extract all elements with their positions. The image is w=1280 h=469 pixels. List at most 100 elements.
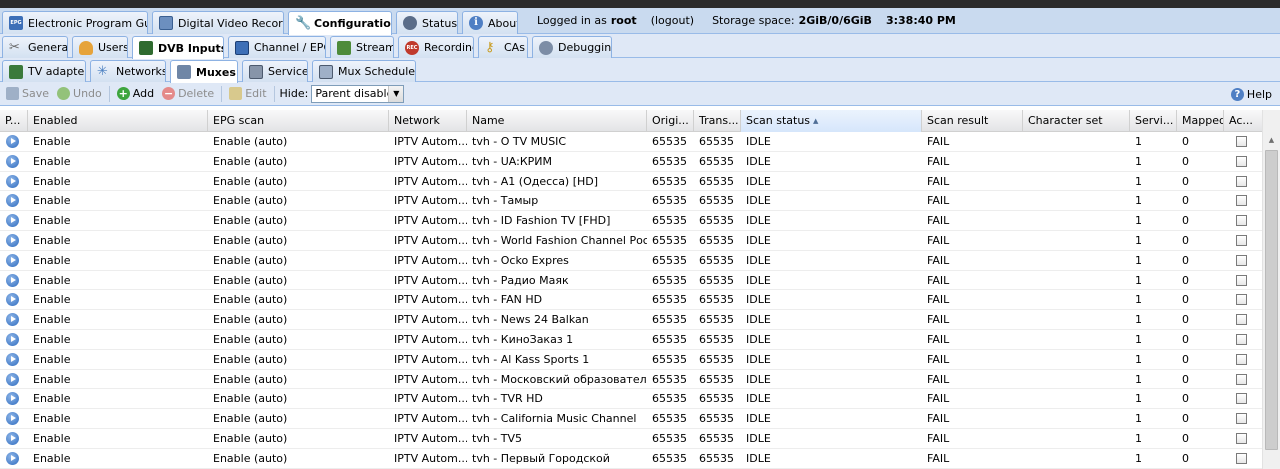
tab-mux-schedulers[interactable]: Mux Schedulers	[312, 60, 416, 82]
active-checkbox[interactable]	[1236, 175, 1247, 187]
active-checkbox[interactable]	[1236, 314, 1247, 326]
table-row[interactable]: Enable Enable (auto) IPTV Autom... tvh - Мо…	[0, 369, 1262, 390]
active-checkbox[interactable]	[1236, 452, 1247, 464]
active-checkbox[interactable]	[1236, 334, 1247, 345]
delete-button[interactable]: − Delete	[158, 84, 218, 104]
tab-networks[interactable]: ✳ Networks	[90, 60, 166, 82]
table-row[interactable]: Enable Enable (auto) IPTV Autom... tvh - Та…	[0, 191, 1262, 212]
table-row[interactable]: Enable Enable (auto) IPTV Autom... tvh - TV…	[0, 389, 1262, 410]
active-checkbox[interactable]	[1236, 195, 1247, 207]
play-icon[interactable]	[6, 392, 19, 406]
tab-general[interactable]: ✂ General	[2, 36, 68, 58]
scrollbar-thumb[interactable]	[1265, 150, 1278, 450]
table-row[interactable]: Enable Enable (auto) IPTV Autom... tvh - FA…	[0, 290, 1262, 311]
active-checkbox[interactable]	[1236, 254, 1247, 266]
table-row[interactable]: Enable Enable (auto) IPTV Autom... tvh - A1…	[0, 171, 1262, 192]
chevron-down-icon[interactable]: ▼	[388, 85, 404, 102]
tab-recording[interactable]: REC Recording	[398, 36, 474, 58]
column-header-scan-status[interactable]: Scan status ▲	[741, 110, 922, 132]
scroll-up-icon[interactable]: ▲	[1263, 132, 1280, 149]
edit-label: Edit	[245, 87, 267, 100]
column-header-epg-scan[interactable]: EPG scan	[208, 110, 389, 132]
edit-button[interactable]: Edit	[225, 84, 270, 104]
table-row[interactable]: Enable Enable (auto) IPTV Autom... tvh - UA…	[0, 151, 1262, 172]
cell-epg-scan: Enable (auto)	[213, 313, 288, 327]
active-checkbox[interactable]	[1236, 413, 1247, 425]
cell-mapped: 0	[1182, 432, 1189, 445]
save-button[interactable]: Save	[2, 84, 53, 104]
column-header-enabled[interactable]: Enabled	[28, 110, 208, 132]
column-header-active[interactable]: Ac...	[1224, 110, 1262, 132]
cell-enabled: Enable	[33, 333, 71, 346]
play-icon[interactable]	[6, 135, 19, 148]
cell-epg-scan: Enable (auto)	[213, 253, 288, 267]
tab-configuration[interactable]: 🔧 Configuration	[288, 11, 392, 35]
table-row[interactable]: Enable Enable (auto) IPTV Autom... tvh - Ne…	[0, 310, 1262, 330]
table-row[interactable]: Enable Enable (auto) IPTV Autom... tvh - Ca…	[0, 409, 1262, 429]
column-header-scan-result[interactable]: Scan result	[922, 110, 1023, 132]
table-row[interactable]: Enable Enable (auto) IPTV Autom... tvh - Al…	[0, 349, 1262, 370]
active-checkbox[interactable]	[1236, 353, 1247, 365]
tab-dvb-inputs[interactable]: DVB Inputs	[132, 36, 224, 59]
active-checkbox[interactable]	[1236, 215, 1247, 227]
play-icon[interactable]	[6, 352, 19, 366]
tab-about[interactable]: i About	[462, 11, 518, 34]
play-icon[interactable]	[6, 293, 19, 307]
undo-button[interactable]: Undo	[53, 84, 106, 104]
active-checkbox[interactable]	[1236, 136, 1247, 147]
play-icon[interactable]	[6, 154, 19, 168]
table-row[interactable]: Enable Enable (auto) IPTV Autom... tvh - Wo…	[0, 231, 1262, 251]
table-row[interactable]: Enable Enable (auto) IPTV Autom... tvh - O …	[0, 132, 1262, 152]
active-checkbox[interactable]	[1236, 373, 1247, 385]
tab-channel-epg[interactable]: Channel / EPG	[228, 36, 326, 58]
hide-filter-select[interactable]: Parent disabled ▼	[311, 84, 405, 103]
play-icon[interactable]	[6, 234, 19, 247]
table-row[interactable]: Enable Enable (auto) IPTV Autom... tvh - Oc…	[0, 250, 1262, 271]
play-icon[interactable]	[6, 214, 19, 228]
column-header-name[interactable]: Name	[467, 110, 647, 132]
logout-link[interactable]: (logout)	[651, 14, 694, 27]
active-checkbox[interactable]	[1236, 294, 1247, 306]
column-header-transport-stream-id[interactable]: Trans...	[694, 110, 741, 132]
column-header-play[interactable]: P...	[0, 110, 28, 132]
column-header-mapped[interactable]: Mapped	[1177, 110, 1224, 132]
play-icon[interactable]	[6, 194, 19, 208]
tab-tv-adapters[interactable]: TV adapters	[2, 60, 86, 82]
play-icon[interactable]	[6, 432, 19, 445]
play-icon[interactable]	[6, 273, 19, 287]
active-checkbox[interactable]	[1236, 274, 1247, 286]
active-checkbox[interactable]	[1236, 433, 1247, 444]
vertical-scrollbar[interactable]: ▲	[1262, 110, 1280, 469]
tab-status[interactable]: Status	[396, 11, 458, 34]
tab-cas[interactable]: ⚷ CAs	[478, 36, 528, 58]
play-icon[interactable]	[6, 253, 19, 267]
play-icon[interactable]	[6, 451, 19, 465]
table-row[interactable]: Enable Enable (auto) IPTV Autom... tvh - TV…	[0, 429, 1262, 449]
tab-dvr[interactable]: Digital Video Recorder	[152, 11, 284, 34]
tab-stream[interactable]: Stream	[330, 36, 394, 58]
tab-services[interactable]: Services	[242, 60, 308, 82]
tab-users[interactable]: Users	[72, 36, 128, 58]
cell-character-set	[1023, 429, 1130, 448]
play-icon[interactable]	[6, 174, 19, 188]
play-icon[interactable]	[6, 412, 19, 426]
table-row[interactable]: Enable Enable (auto) IPTV Autom... tvh - Ки…	[0, 330, 1262, 350]
column-header-network[interactable]: Network	[389, 110, 467, 132]
table-row[interactable]: Enable Enable (auto) IPTV Autom... tvh - Пе…	[0, 448, 1262, 469]
play-icon[interactable]	[6, 372, 19, 386]
tab-muxes[interactable]: Muxes	[170, 60, 238, 83]
play-icon[interactable]	[6, 313, 19, 327]
column-header-character-set[interactable]: Character set	[1023, 110, 1130, 132]
add-button[interactable]: + Add	[113, 84, 158, 104]
column-header-services[interactable]: Servi...	[1130, 110, 1177, 132]
tab-debugging[interactable]: Debugging	[532, 36, 612, 58]
active-checkbox[interactable]	[1236, 393, 1247, 405]
active-checkbox[interactable]	[1236, 235, 1247, 246]
play-icon[interactable]	[6, 333, 19, 346]
active-checkbox[interactable]	[1236, 155, 1247, 167]
column-header-original-network-id[interactable]: Origi...	[647, 110, 694, 132]
table-row[interactable]: Enable Enable (auto) IPTV Autom... tvh - Ра…	[0, 270, 1262, 291]
table-row[interactable]: Enable Enable (auto) IPTV Autom... tvh - ID…	[0, 211, 1262, 231]
help-button[interactable]: ? Help	[1227, 84, 1276, 104]
tab-epg[interactable]: EPG Electronic Program Guide	[2, 11, 148, 34]
